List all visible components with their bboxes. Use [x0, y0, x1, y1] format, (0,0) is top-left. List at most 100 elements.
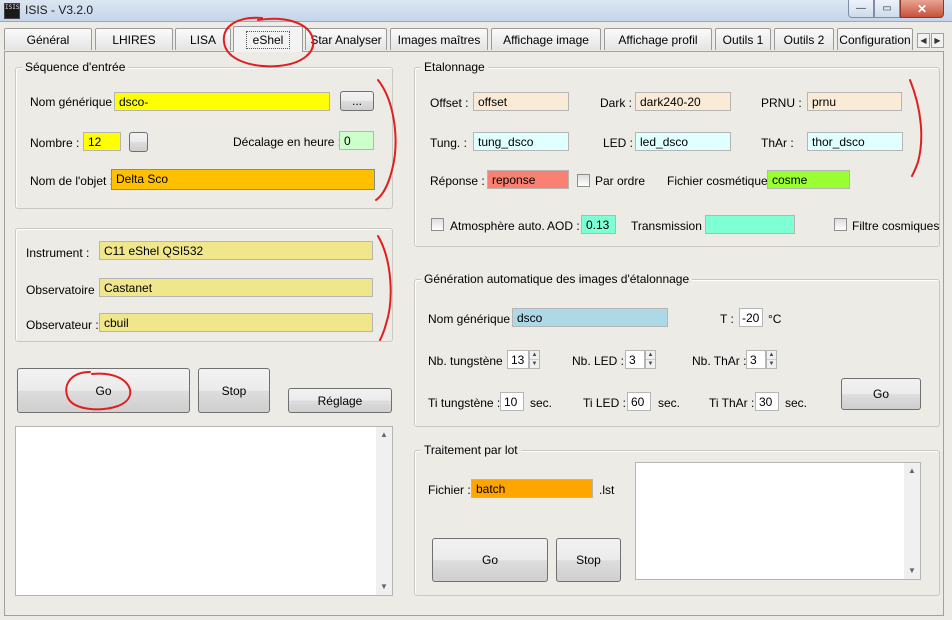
app-icon: ISIS: [4, 3, 20, 19]
auto-generation-go-button[interactable]: Go: [841, 378, 921, 410]
log-scrollbar[interactable]: ▲ ▼: [376, 427, 392, 595]
auto-atmosphere-checkbox[interactable]: [431, 218, 444, 231]
go-button[interactable]: Go: [17, 368, 190, 413]
browse-button[interactable]: ...: [340, 91, 374, 111]
batch-scrollbar[interactable]: ▲ ▼: [904, 463, 920, 579]
minimize-button[interactable]: —: [848, 0, 874, 18]
ti-tungsten-field[interactable]: 10: [500, 392, 524, 411]
tab-label: LISA: [189, 32, 216, 47]
tungsten-label: Tung. :: [430, 136, 467, 150]
tab-label: Star Analyser: [310, 32, 382, 47]
tab-label: eShel: [245, 30, 291, 49]
ti-tungsten-unit: sec.: [530, 396, 553, 410]
spin-down-icon[interactable]: ▼: [646, 360, 655, 368]
generic-name-label: Nom générique :: [30, 95, 119, 109]
dark-field[interactable]: dark240-20: [635, 92, 731, 111]
tab-label: Images maîtres: [397, 32, 481, 47]
auto-atmosphere-label: Atmosphère auto.: [450, 219, 545, 233]
batch-output[interactable]: ▲ ▼: [635, 462, 921, 580]
stop-button[interactable]: Stop: [198, 368, 270, 413]
hour-offset-field[interactable]: 0: [339, 131, 374, 150]
observatory-field[interactable]: Castanet: [99, 278, 373, 297]
spin-up-icon[interactable]: ▲: [530, 351, 539, 360]
prnu-field[interactable]: prnu: [807, 92, 902, 111]
scroll-up-icon[interactable]: ▲: [904, 463, 920, 479]
offset-field[interactable]: offset: [473, 92, 569, 111]
observatory-label: Observatoire :: [26, 283, 102, 297]
tab-lisa[interactable]: LISA: [175, 28, 231, 50]
count-label: Nombre :: [30, 136, 80, 150]
nb-tungsten-spinner[interactable]: ▲ ▼: [529, 350, 540, 369]
by-order-checkbox[interactable]: [577, 174, 590, 187]
scroll-up-icon[interactable]: ▲: [376, 427, 392, 443]
tab-images-maitres[interactable]: Images maîtres: [390, 28, 488, 50]
spin-up-icon[interactable]: ▲: [767, 351, 776, 360]
group-title: Etalonnage: [421, 60, 488, 74]
temperature-label: T :: [720, 312, 734, 326]
spin-down-icon[interactable]: ▼: [767, 360, 776, 368]
offset-label: Offset :: [430, 96, 469, 110]
tab-configuration[interactable]: Configuration: [837, 28, 913, 50]
log-output[interactable]: ▲ ▼: [15, 426, 393, 596]
auto-generic-name-field[interactable]: dsco: [512, 308, 668, 327]
observer-field[interactable]: cbuil: [99, 313, 373, 332]
count-field[interactable]: 12: [83, 132, 121, 151]
count-button[interactable]: [129, 132, 148, 152]
batch-go-button[interactable]: Go: [432, 538, 548, 582]
tab-outils-2[interactable]: Outils 2: [774, 28, 834, 50]
tab-lhires[interactable]: LHIRES: [95, 28, 173, 50]
led-field[interactable]: led_dsco: [635, 132, 731, 151]
temperature-field[interactable]: -20: [739, 308, 763, 327]
nb-thar-label: Nb. ThAr :: [692, 354, 747, 368]
nb-thar-spinner[interactable]: ▲ ▼: [766, 350, 777, 369]
response-field[interactable]: reponse: [487, 170, 569, 189]
generic-name-field[interactable]: dsco-: [114, 92, 330, 111]
scroll-down-icon[interactable]: ▼: [376, 579, 392, 595]
nb-led-field[interactable]: 3: [625, 350, 645, 369]
ti-thar-field[interactable]: 30: [755, 392, 779, 411]
scroll-down-icon[interactable]: ▼: [904, 563, 920, 579]
tab-eshel[interactable]: eShel: [233, 26, 303, 52]
aod-field[interactable]: 0.13: [581, 215, 616, 234]
ti-led-unit: sec.: [658, 396, 681, 410]
tab-general[interactable]: Général: [4, 28, 92, 50]
maximize-button[interactable]: ▭: [874, 0, 900, 18]
aod-label: AOD :: [547, 219, 580, 233]
batch-stop-button[interactable]: Stop: [556, 538, 621, 582]
nb-tungsten-field[interactable]: 13: [507, 350, 529, 369]
tab-affichage-profil[interactable]: Affichage profil: [604, 28, 712, 50]
nb-led-spinner[interactable]: ▲ ▼: [645, 350, 656, 369]
spin-up-icon[interactable]: ▲: [646, 351, 655, 360]
object-name-field[interactable]: Delta Sco: [111, 169, 375, 190]
tab-scroll-left-button[interactable]: ◀: [917, 33, 930, 48]
object-name-label: Nom de l'objet :: [30, 174, 113, 188]
tungsten-field[interactable]: tung_dsco: [473, 132, 569, 151]
hour-offset-label: Décalage en heure :: [233, 135, 342, 149]
tab-label: Affichage image: [503, 32, 589, 47]
instrument-field[interactable]: C11 eShel QSI532: [99, 241, 373, 260]
cosmic-filter-checkbox[interactable]: [834, 218, 847, 231]
tab-star-analyser[interactable]: Star Analyser: [305, 28, 387, 50]
tab-scroll-right-button[interactable]: ▶: [931, 33, 944, 48]
ti-led-field[interactable]: 60: [627, 392, 651, 411]
transmission-field[interactable]: [705, 215, 795, 234]
by-order-label: Par ordre: [595, 174, 646, 188]
prnu-label: PRNU :: [761, 96, 802, 110]
settings-button[interactable]: Réglage: [288, 388, 392, 413]
nb-thar-field[interactable]: 3: [746, 350, 766, 369]
batch-file-field[interactable]: batch: [471, 479, 593, 498]
transmission-label: Transmission :: [631, 219, 709, 233]
tab-label: Outils 1: [722, 32, 764, 47]
cosmic-filter-label: Filtre cosmiques: [852, 219, 940, 233]
tab-affichage-image[interactable]: Affichage image: [491, 28, 601, 50]
tab-label: Général: [26, 32, 70, 47]
thar-field[interactable]: thor_dsco: [807, 132, 903, 151]
temperature-unit: °C: [768, 312, 782, 326]
close-button[interactable]: ✕: [900, 0, 944, 18]
cosmetic-file-field[interactable]: cosme: [767, 170, 850, 189]
auto-generic-name-label: Nom générique :: [428, 312, 517, 326]
ti-tungsten-label: Ti tungstène :: [428, 396, 501, 410]
group-title: Génération automatique des images d'étal…: [421, 272, 693, 286]
tab-outils-1[interactable]: Outils 1: [715, 28, 771, 50]
spin-down-icon[interactable]: ▼: [530, 360, 539, 368]
